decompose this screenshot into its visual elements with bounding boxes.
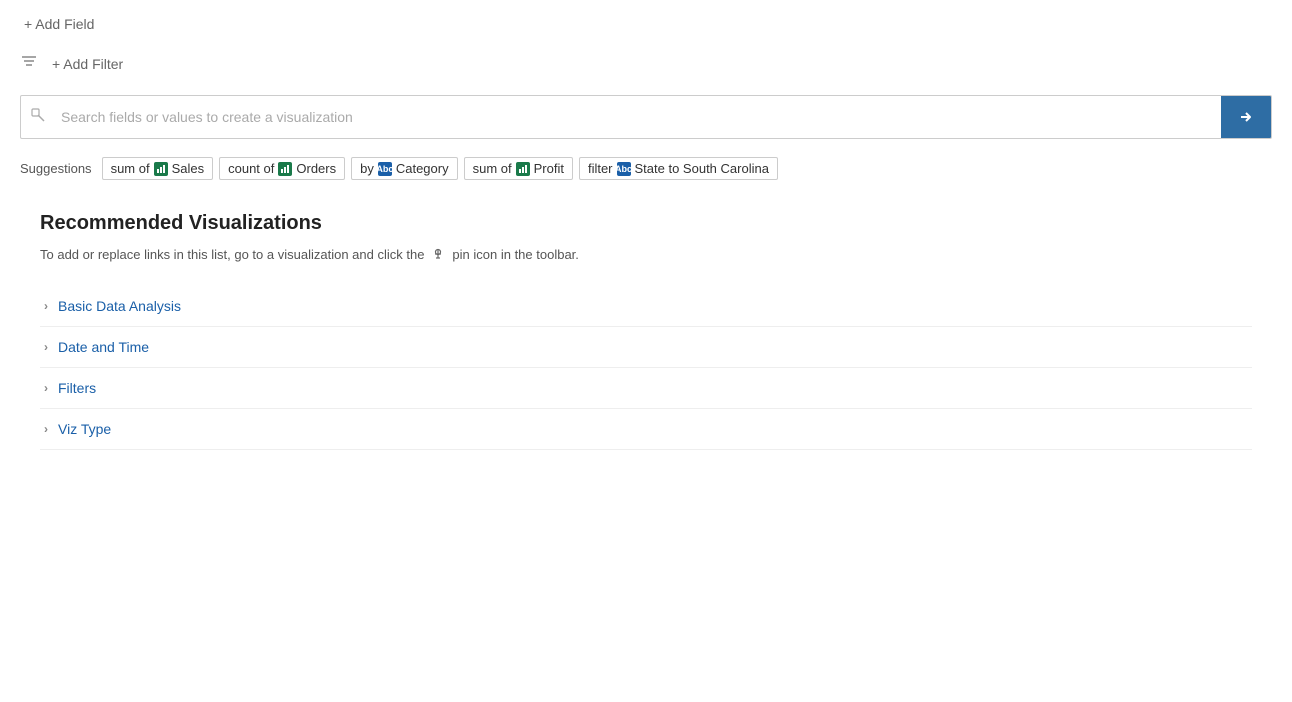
- chip-by-category[interactable]: by Abc Category: [351, 157, 457, 180]
- add-field-button[interactable]: + Add Field: [20, 14, 98, 34]
- chip-by-category-text: Category: [396, 161, 449, 176]
- chip-filter-state-icon: Abc: [617, 162, 631, 176]
- chip-sum-sales-icon: [154, 162, 168, 176]
- add-field-label: + Add Field: [24, 16, 94, 32]
- chip-sum-sales-prefix: sum of: [111, 161, 150, 176]
- chip-filter-state-prefix: filter: [588, 161, 613, 176]
- viz-list-item-date-time-label: Date and Time: [58, 339, 149, 355]
- chevron-date-time-icon: ›: [44, 340, 48, 354]
- chip-by-category-prefix: by: [360, 161, 374, 176]
- add-filter-button[interactable]: + Add Filter: [48, 54, 127, 74]
- recommended-title: Recommended Visualizations: [40, 212, 1252, 235]
- recommended-description: To add or replace links in this list, go…: [40, 247, 1252, 262]
- filter-icon: [20, 52, 40, 75]
- chip-count-orders[interactable]: count of Orders: [219, 157, 345, 180]
- search-bar-container: [20, 95, 1272, 139]
- viz-list-item-filters[interactable]: › Filters: [40, 368, 1252, 409]
- pin-icon: [431, 248, 445, 262]
- search-input[interactable]: [57, 101, 1221, 133]
- suggestions-label: Suggestions: [20, 161, 92, 176]
- search-submit-button[interactable]: [1221, 96, 1271, 138]
- chip-count-orders-icon: [278, 162, 292, 176]
- viz-list-item-viz-type-label: Viz Type: [58, 421, 111, 437]
- chevron-basic-data-icon: ›: [44, 299, 48, 313]
- chip-sum-profit-icon: [516, 162, 530, 176]
- chevron-viz-type-icon: ›: [44, 422, 48, 436]
- viz-list-item-basic-data-label: Basic Data Analysis: [58, 298, 181, 314]
- search-bar-icon: [21, 100, 57, 135]
- chip-filter-state[interactable]: filter Abc State to South Carolina: [579, 157, 778, 180]
- chip-count-orders-text: Orders: [296, 161, 336, 176]
- chip-by-category-icon: Abc: [378, 162, 392, 176]
- suggestions-row: Suggestions sum of Sales count of Orders…: [0, 151, 1292, 196]
- search-section: [0, 87, 1292, 151]
- recommended-desc-text2: pin icon in the toolbar.: [452, 247, 578, 262]
- chip-filter-state-text: State to South Carolina: [635, 161, 769, 176]
- add-filter-label: + Add Filter: [52, 56, 123, 72]
- chip-sum-profit-prefix: sum of: [473, 161, 512, 176]
- viz-list: › Basic Data Analysis › Date and Time › …: [40, 286, 1252, 450]
- viz-list-item-filters-label: Filters: [58, 380, 96, 396]
- chip-sum-profit[interactable]: sum of Profit: [464, 157, 573, 180]
- viz-list-item-basic-data[interactable]: › Basic Data Analysis: [40, 286, 1252, 327]
- chip-sum-sales-text: Sales: [172, 161, 205, 176]
- chevron-filters-icon: ›: [44, 381, 48, 395]
- viz-list-item-date-time[interactable]: › Date and Time: [40, 327, 1252, 368]
- chip-sum-profit-text: Profit: [534, 161, 564, 176]
- chip-count-orders-prefix: count of: [228, 161, 274, 176]
- main-content: Recommended Visualizations To add or rep…: [0, 196, 1292, 466]
- chip-sum-sales[interactable]: sum of Sales: [102, 157, 214, 180]
- viz-list-item-viz-type[interactable]: › Viz Type: [40, 409, 1252, 450]
- recommended-desc-text1: To add or replace links in this list, go…: [40, 247, 424, 262]
